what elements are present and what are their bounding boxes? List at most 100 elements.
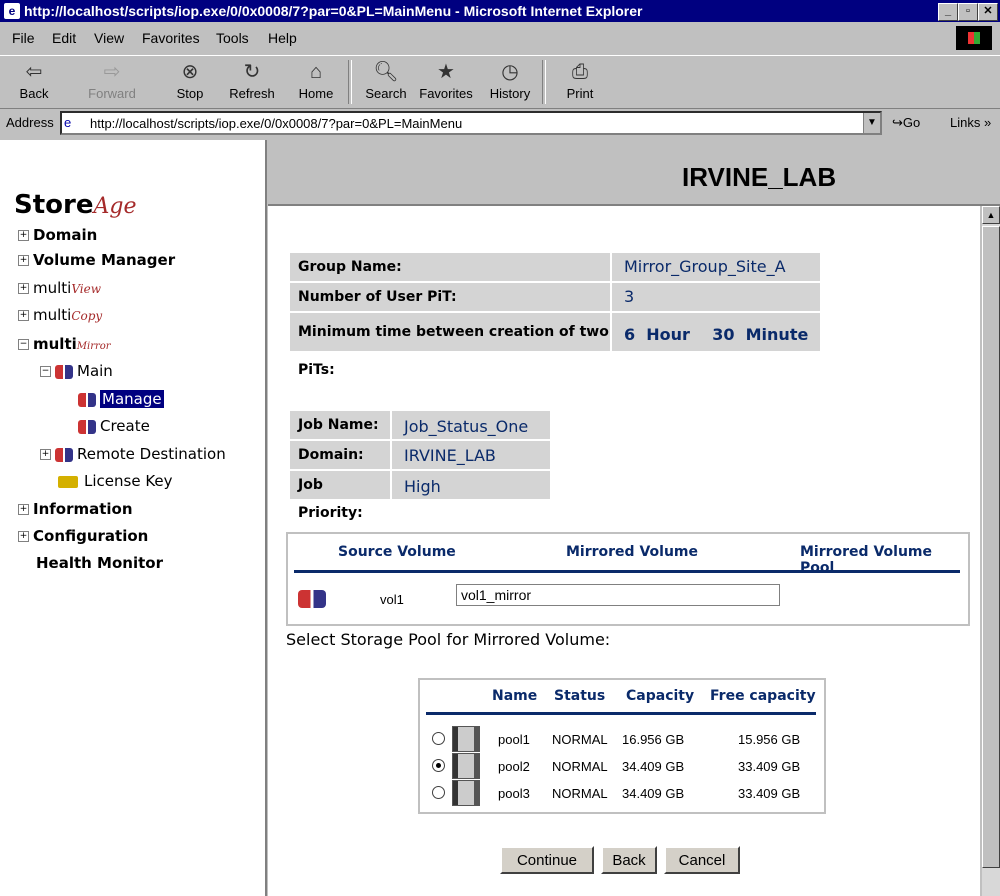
nav-multiview[interactable]: + multiView — [18, 279, 101, 297]
window-title: http://localhost/scripts/iop.exe/0/0x000… — [24, 3, 643, 19]
pool-free-capacity: 33.409 GB — [738, 759, 801, 774]
pool-radio[interactable] — [432, 759, 445, 772]
stop-button[interactable]: ⊗ Stop — [160, 60, 220, 101]
nav-create[interactable]: Create — [78, 417, 150, 435]
nav-health-monitor[interactable]: Health Monitor — [36, 554, 163, 572]
nav-multimirror[interactable]: − multiMirror — [18, 335, 111, 353]
remote-destination-icon — [55, 447, 73, 462]
nav-volume-manager[interactable]: + Volume Manager — [18, 251, 175, 269]
expand-icon[interactable]: + — [18, 310, 29, 321]
pool-radio[interactable] — [432, 786, 445, 799]
nav-multicopy[interactable]: + multiCopy — [18, 306, 102, 324]
user-pit-value: 3 — [612, 283, 820, 311]
forward-button[interactable]: ⇨ Forward — [82, 60, 142, 101]
site-header: IRVINE_LAB — [268, 140, 1000, 206]
address-input[interactable]: e http://localhost/scripts/iop.exe/0/0x0… — [60, 111, 882, 135]
home-icon: ⌂ — [309, 61, 323, 83]
nav-volume-manager-label: Volume Manager — [33, 251, 176, 269]
vertical-scrollbar[interactable]: ▲ — [982, 206, 1000, 896]
pool-radio[interactable] — [432, 732, 445, 745]
favorites-label: Favorites — [419, 86, 473, 101]
address-bar: Address e http://localhost/scripts/iop.e… — [0, 109, 1000, 137]
nav-license-key-label: License Key — [84, 472, 173, 490]
mirror-volume-icon — [78, 419, 96, 434]
expand-icon[interactable]: + — [18, 283, 29, 294]
source-volume-header: Source Volume — [338, 544, 456, 560]
nav-main[interactable]: − Main — [40, 362, 113, 380]
expand-icon[interactable]: + — [18, 504, 29, 515]
nav-health-monitor-label: Health Monitor — [36, 554, 163, 572]
history-button[interactable]: ◷ History — [480, 60, 540, 101]
home-label: Home — [298, 86, 334, 101]
home-button[interactable]: ⌂ Home — [286, 60, 346, 101]
min-time-label: Minimum time between creation of two PiT… — [290, 313, 610, 378]
nav-configuration[interactable]: + Configuration — [18, 527, 148, 545]
storage-pool-table: Name Status Capacity Free capacity pool1… — [418, 678, 826, 814]
stop-icon: ⊗ — [181, 61, 199, 83]
scroll-thumb[interactable] — [982, 226, 1000, 868]
nav-manage[interactable]: Manage — [78, 390, 164, 408]
pool-capacity: 34.409 GB — [622, 759, 685, 774]
pool-free-capacity-header: Free capacity — [710, 688, 816, 704]
print-button[interactable]: ⎙ Print — [550, 60, 610, 101]
expand-icon[interactable]: + — [18, 531, 29, 542]
expand-icon[interactable]: + — [18, 255, 29, 266]
collapse-icon[interactable]: − — [18, 339, 29, 350]
pool-status: NORMAL — [552, 786, 608, 801]
refresh-icon: ↻ — [243, 61, 261, 83]
refresh-label: Refresh — [229, 86, 275, 101]
pool-capacity: 34.409 GB — [622, 786, 685, 801]
favorites-button[interactable]: ★ Favorites — [416, 60, 476, 101]
nav-domain[interactable]: + Domain — [18, 226, 97, 244]
table-row: pool2 NORMAL 34.409 GB 33.409 GB — [420, 753, 824, 779]
job-priority-label: Job Priority: — [290, 471, 390, 521]
nav-remote-destination[interactable]: + Remote Destination — [40, 445, 226, 463]
collapse-icon[interactable]: − — [40, 366, 51, 377]
links-button[interactable]: Links » — [950, 115, 991, 130]
forward-arrow-icon: ⇨ — [103, 61, 121, 83]
cancel-button[interactable]: Cancel — [664, 846, 740, 874]
search-label: Search — [365, 86, 407, 101]
address-url: http://localhost/scripts/iop.exe/0/0x000… — [90, 116, 463, 131]
address-dropdown-icon[interactable]: ▼ — [863, 113, 880, 133]
toolbar: ⇦ Back ⇨ Forward ⊗ Stop ↻ Refresh ⌂ Home… — [0, 55, 1000, 109]
table-row: pool3 NORMAL 34.409 GB 33.409 GB — [420, 780, 824, 806]
header-divider — [426, 712, 816, 715]
nav-mirror-label: Mirror — [76, 341, 111, 352]
stop-label: Stop — [176, 86, 204, 101]
pool-capacity-header: Capacity — [626, 688, 695, 704]
nav-license-key[interactable]: License Key — [58, 472, 173, 490]
expand-icon[interactable]: + — [40, 449, 51, 460]
mirror-volume-table: Source Volume Mirrored Volume Mirrored V… — [286, 532, 970, 626]
mirrored-volume-input[interactable] — [456, 584, 780, 606]
expand-icon[interactable]: + — [18, 230, 29, 241]
job-name-label: Job Name: — [290, 411, 390, 439]
scroll-up-icon[interactable]: ▲ — [982, 206, 1000, 224]
nav-multi-label: multi — [33, 306, 72, 324]
go-button[interactable]: ↪Go — [892, 115, 920, 131]
minimize-button[interactable]: _ — [938, 3, 958, 21]
menu-favorites[interactable]: Favorites — [142, 30, 200, 46]
group-name-label: Group Name: — [290, 253, 610, 281]
back-button[interactable]: ⇦ Back — [4, 60, 64, 101]
menu-edit[interactable]: Edit — [52, 30, 76, 46]
nav-information[interactable]: + Information — [18, 500, 133, 518]
close-button[interactable]: ✕ — [978, 3, 998, 21]
links-label: Links — [950, 115, 981, 130]
menu-help[interactable]: Help — [268, 30, 297, 46]
back-button-form[interactable]: Back — [601, 846, 657, 874]
search-button[interactable]: 🔍︎ Search — [356, 60, 416, 101]
logo-store: Store — [14, 190, 94, 220]
pool-status: NORMAL — [552, 732, 608, 747]
menu-view[interactable]: View — [94, 30, 124, 46]
domain-value: IRVINE_LAB — [392, 441, 550, 469]
menu-file[interactable]: File — [12, 30, 35, 46]
nav-domain-label: Domain — [33, 226, 98, 244]
nav-manage-label: Manage — [100, 390, 164, 408]
nav-multi-label: multi — [33, 335, 77, 353]
continue-button[interactable]: Continue — [500, 846, 594, 874]
refresh-button[interactable]: ↻ Refresh — [222, 60, 282, 101]
menu-tools[interactable]: Tools — [216, 30, 249, 46]
maximize-button[interactable]: ▫ — [958, 3, 978, 21]
nav-create-label: Create — [100, 417, 150, 435]
